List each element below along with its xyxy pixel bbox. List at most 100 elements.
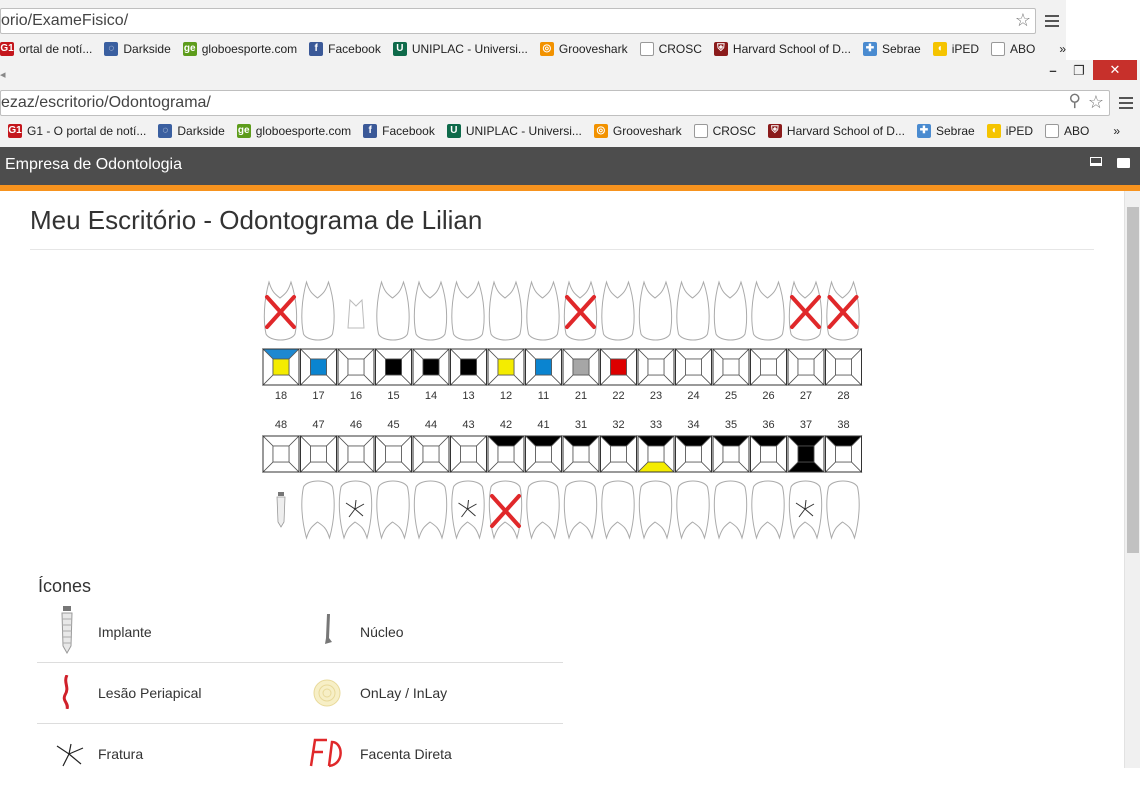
tooth-face-center bbox=[835, 358, 852, 376]
tooth-number: 41 bbox=[537, 419, 549, 431]
upper-tooth-26[interactable]: 26 bbox=[749, 280, 788, 402]
upper-tooth-15[interactable]: 15 bbox=[374, 280, 413, 402]
restore-button[interactable]: ❐ bbox=[1068, 62, 1090, 80]
star-icon[interactable]: ☆ bbox=[1088, 92, 1104, 113]
menu-icon[interactable] bbox=[1119, 97, 1133, 109]
browser-bookmark[interactable]: ◖ iPED bbox=[986, 124, 1033, 138]
upper-tooth-24[interactable]: 24 bbox=[674, 280, 713, 402]
bookmarks-overflow-button[interactable]: » bbox=[1113, 124, 1120, 138]
upper-tooth-14[interactable]: 14 bbox=[412, 280, 450, 402]
upper-tooth-13[interactable]: 13 bbox=[449, 280, 488, 402]
tooth-number: 45 bbox=[387, 419, 399, 431]
menu-icon[interactable] bbox=[1045, 15, 1059, 27]
upper-tooth-28[interactable]: 28 bbox=[824, 280, 863, 402]
lower-tooth-47[interactable]: 47 bbox=[299, 419, 338, 540]
lower-tooth-48[interactable]: 48 bbox=[262, 419, 300, 528]
upper-tooth-27[interactable]: 27 bbox=[787, 280, 825, 402]
minimize-button[interactable]: – bbox=[1043, 62, 1063, 80]
bookmark-favicon-icon: ◎ bbox=[593, 124, 608, 138]
lower-tooth-35[interactable]: 35 bbox=[712, 419, 750, 540]
upper-tooth-21[interactable]: 21 bbox=[562, 280, 600, 402]
legend-row: Implante Núcleo bbox=[37, 602, 563, 663]
lower-tooth-32[interactable]: 32 bbox=[599, 419, 638, 540]
tooth-number: 15 bbox=[387, 390, 399, 402]
tooth-number: 36 bbox=[762, 419, 774, 431]
page-scrollbar[interactable] bbox=[1124, 191, 1140, 768]
lower-tooth-outline bbox=[638, 480, 673, 540]
lower-tooth-41[interactable]: 41 bbox=[524, 419, 563, 540]
tooth-number: 18 bbox=[275, 390, 287, 402]
lower-tooth-42[interactable]: 42 bbox=[487, 419, 525, 540]
upper-tooth-22[interactable]: 22 bbox=[599, 280, 638, 402]
lower-tooth-31[interactable]: 31 bbox=[562, 419, 600, 540]
browser-bookmark[interactable]: ge globoesporte.com bbox=[236, 124, 351, 138]
background-bookmark[interactable]: ABO bbox=[991, 42, 1035, 56]
browser-bookmark[interactable]: ✚ Sebrae bbox=[916, 124, 975, 138]
briefcase-icon[interactable] bbox=[1117, 158, 1130, 168]
bookmarks-overflow-button[interactable]: » bbox=[1059, 42, 1066, 56]
tooth-number: 25 bbox=[725, 390, 737, 402]
background-bookmark[interactable]: G1 ortal de notí... bbox=[0, 42, 92, 56]
zoom-search-icon[interactable]: ⚲ bbox=[1069, 91, 1081, 111]
lower-tooth-45[interactable]: 45 bbox=[374, 419, 413, 540]
lower-tooth-34[interactable]: 34 bbox=[674, 419, 713, 540]
upper-tooth-25[interactable]: 25 bbox=[712, 280, 750, 402]
tooth-face-center bbox=[535, 358, 552, 376]
background-bookmark[interactable]: ◌ Darkside bbox=[104, 42, 171, 56]
browser-bookmark[interactable]: ⛨ Harvard School of D... bbox=[767, 124, 905, 138]
browser-bookmark[interactable]: ABO bbox=[1045, 124, 1089, 138]
legend-label-implante: Implante bbox=[98, 624, 152, 640]
lower-tooth-33[interactable]: 33 bbox=[637, 419, 675, 540]
tooth-number: 23 bbox=[650, 390, 662, 402]
tooth-number: 13 bbox=[462, 390, 474, 402]
lower-tooth-38[interactable]: 38 bbox=[824, 419, 863, 540]
brand-link[interactable]: Empresa de Odontologia bbox=[5, 156, 182, 174]
browser-bookmark[interactable]: ◎ Grooveshark bbox=[593, 124, 682, 138]
legend-row: Lesão Periapical OnLay / InLay bbox=[37, 663, 563, 724]
browser-bookmark[interactable]: ◌ Darkside bbox=[158, 124, 225, 138]
upper-tooth-12[interactable]: 12 bbox=[487, 280, 525, 402]
legend-label-lesao-periapical: Lesão Periapical bbox=[98, 685, 202, 701]
bookmark-favicon-icon: G1 bbox=[8, 124, 22, 138]
lower-tooth-44[interactable]: 44 bbox=[412, 419, 450, 540]
browser-bookmark[interactable]: U UNIPLAC - Universi... bbox=[446, 124, 582, 138]
upper-tooth-17[interactable]: 17 bbox=[299, 280, 338, 402]
bookmark-label: Grooveshark bbox=[558, 42, 628, 56]
tooth-face-center bbox=[610, 445, 627, 463]
close-button[interactable]: ✕ bbox=[1093, 60, 1137, 80]
lower-tooth-46[interactable]: 46 bbox=[337, 419, 375, 540]
lower-tooth-36[interactable]: 36 bbox=[749, 419, 788, 540]
tooth-face-center bbox=[722, 445, 740, 463]
star-icon[interactable]: ☆ bbox=[1015, 10, 1031, 31]
background-bookmark[interactable]: ✚ Sebrae bbox=[862, 42, 921, 56]
background-bookmark[interactable]: ⛨ Harvard School of D... bbox=[713, 42, 851, 56]
bookmark-favicon-icon: ◖ bbox=[986, 124, 1001, 138]
tooth-face-center bbox=[460, 358, 477, 376]
background-bookmark[interactable]: U UNIPLAC - Universi... bbox=[392, 42, 528, 56]
tooth-number: 37 bbox=[800, 419, 812, 431]
upper-tooth-16[interactable]: 16 bbox=[337, 298, 375, 402]
background-bookmark[interactable]: f Facebook bbox=[309, 42, 381, 56]
lower-tooth-outline bbox=[826, 480, 860, 540]
background-address-bar[interactable]: orio/ExameFisico/ ☆ bbox=[0, 8, 1036, 34]
background-bookmark[interactable]: ge globoesporte.com bbox=[182, 42, 297, 56]
legend-label-fratura: Fratura bbox=[98, 746, 144, 762]
bookmark-label: iPED bbox=[951, 42, 980, 56]
scrollbar-thumb[interactable] bbox=[1127, 207, 1139, 553]
tooth-face-center bbox=[797, 445, 815, 463]
lower-tooth-43[interactable]: 43 bbox=[449, 419, 488, 540]
upper-tooth-23[interactable]: 23 bbox=[637, 280, 675, 402]
tooth-number: 48 bbox=[275, 419, 287, 431]
bookmark-label: CROSC bbox=[712, 124, 756, 138]
browser-bookmark[interactable]: f Facebook bbox=[363, 124, 435, 138]
upper-tooth-11[interactable]: 11 bbox=[524, 280, 563, 402]
upper-tooth-18[interactable]: 18 bbox=[262, 280, 300, 402]
lower-tooth-37[interactable]: 37 bbox=[787, 419, 825, 540]
browser-bookmark[interactable]: CROSC bbox=[693, 124, 756, 138]
monitor-icon[interactable] bbox=[1090, 157, 1102, 166]
background-bookmark[interactable]: ◎ Grooveshark bbox=[539, 42, 628, 56]
browser-bookmark[interactable]: G1 G1 - O portal de notí... bbox=[8, 124, 146, 138]
background-bookmark[interactable]: ◖ iPED bbox=[932, 42, 980, 56]
address-bar[interactable]: ezaz/escritorio/Odontograma/ ⚲ ☆ bbox=[0, 90, 1110, 116]
background-bookmark[interactable]: CROSC bbox=[639, 42, 702, 56]
